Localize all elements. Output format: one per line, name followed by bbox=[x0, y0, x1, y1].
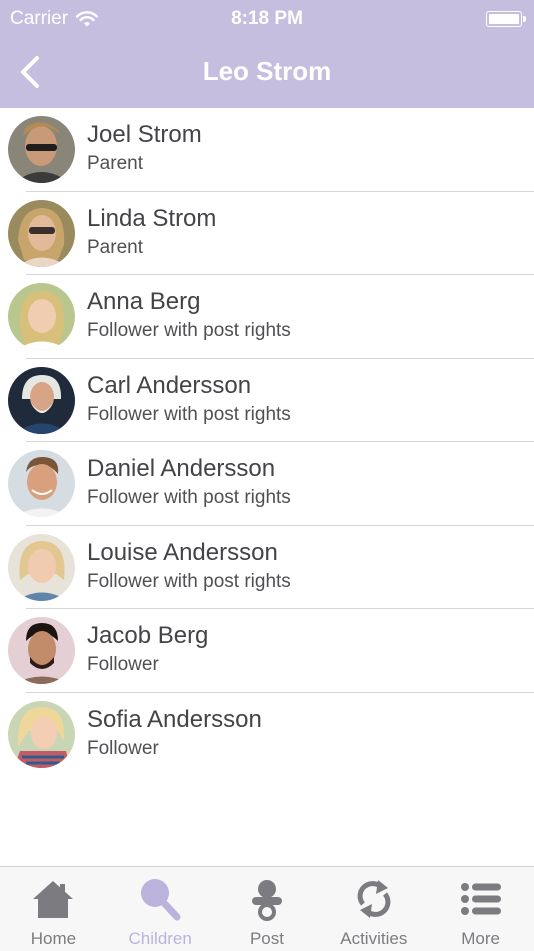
list-item[interactable]: Jacob Berg Follower bbox=[0, 609, 534, 693]
tab-label: Home bbox=[30, 929, 77, 948]
search-icon bbox=[141, 879, 181, 921]
tab-home[interactable]: Home bbox=[0, 867, 107, 951]
member-role: Follower bbox=[87, 737, 159, 759]
member-role: Parent bbox=[87, 236, 143, 258]
member-name: Carl Andersson bbox=[87, 371, 252, 399]
member-name: Daniel Andersson bbox=[87, 455, 276, 482]
avatar bbox=[8, 533, 75, 601]
list-item[interactable]: Joel Strom Parent bbox=[0, 108, 534, 192]
member-name: Sofia Andersson bbox=[87, 705, 262, 733]
home-icon bbox=[33, 881, 74, 918]
avatar bbox=[8, 199, 75, 267]
avatar bbox=[8, 450, 75, 517]
refresh-icon bbox=[357, 880, 391, 918]
tab-label: Children bbox=[128, 929, 192, 948]
member-role: Follower with post rights bbox=[87, 570, 291, 592]
member-role: Parent bbox=[87, 153, 143, 174]
avatar bbox=[8, 700, 75, 768]
member-list: Joel Strom Parent Linda Strom Parent Ann… bbox=[0, 108, 534, 776]
member-role: Follower bbox=[87, 654, 159, 675]
member-name: Louise Andersson bbox=[87, 538, 278, 566]
tab-children[interactable]: Children bbox=[107, 867, 214, 951]
avatar bbox=[8, 283, 75, 350]
tab-bar: Home Children Post Activities More bbox=[0, 866, 534, 951]
list-item[interactable]: Daniel Andersson Follower with post righ… bbox=[0, 442, 534, 526]
list-item[interactable]: Sofia Andersson Follower bbox=[0, 693, 534, 777]
page-title: Leo Strom bbox=[202, 56, 332, 86]
tab-label: Activities bbox=[340, 929, 408, 948]
member-name: Linda Strom bbox=[87, 204, 217, 232]
list-item[interactable]: Anna Berg Follower with post rights bbox=[0, 275, 534, 359]
member-role: Follower with post rights bbox=[87, 403, 291, 425]
list-item[interactable]: Linda Strom Parent bbox=[0, 192, 534, 275]
list-item[interactable]: Louise Andersson Follower with post righ… bbox=[0, 526, 534, 609]
status-time: 8:18 PM bbox=[231, 8, 303, 29]
list-item[interactable]: Carl Andersson Follower with post rights bbox=[0, 359, 534, 442]
member-name: Anna Berg bbox=[87, 288, 201, 315]
member-role: Follower with post rights bbox=[87, 487, 291, 508]
avatar bbox=[8, 366, 75, 434]
member-name: Joel Strom bbox=[87, 121, 202, 148]
navigation-bar: Leo Strom bbox=[0, 38, 534, 108]
tab-more[interactable]: More bbox=[427, 867, 534, 951]
tab-label: More bbox=[461, 929, 500, 948]
tab-label: Post bbox=[249, 929, 284, 948]
avatar bbox=[8, 116, 75, 183]
avatar bbox=[8, 617, 75, 684]
status-bar: Carrier 8:18 PM bbox=[0, 0, 534, 38]
tab-activities[interactable]: Activities bbox=[320, 867, 427, 951]
battery-icon bbox=[486, 11, 526, 27]
member-name: Jacob Berg bbox=[87, 622, 209, 649]
list-icon bbox=[460, 883, 501, 915]
pacifier-icon bbox=[251, 880, 282, 921]
tab-post[interactable]: Post bbox=[214, 867, 321, 951]
member-role: Follower with post rights bbox=[87, 320, 291, 341]
